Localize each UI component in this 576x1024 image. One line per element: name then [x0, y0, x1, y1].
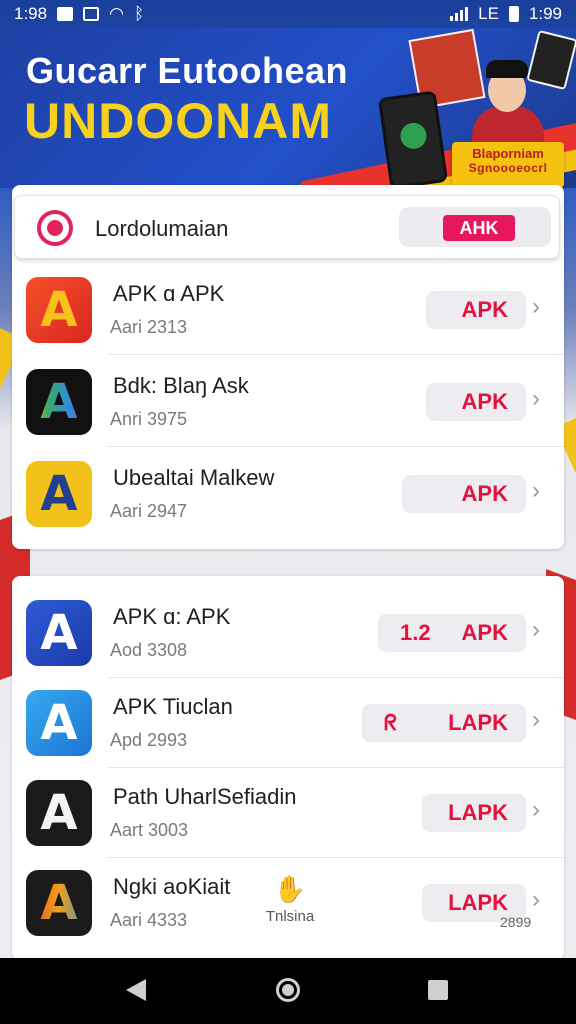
app-icon: A	[26, 690, 92, 756]
chevron-right-icon: ›	[532, 886, 540, 913]
image-icon	[57, 7, 74, 21]
app-subtitle: Aari 2313	[110, 317, 188, 337]
app-name: Bdk: Blaŋ Ask	[113, 373, 249, 398]
app-subtitle: Aart 3003	[110, 820, 189, 840]
apk-button[interactable]: ᖇ LAPK	[362, 704, 526, 742]
signal-icon	[450, 7, 469, 21]
chevron-right-icon: ›	[532, 293, 540, 320]
app-icon: A	[26, 870, 92, 936]
chevron-right-icon: ›	[532, 385, 540, 412]
apk-prefix: 1.2	[400, 620, 431, 645]
app-icon: A	[26, 369, 92, 435]
chevron-right-icon: ›	[532, 616, 540, 643]
list-item[interactable]: A Path UharlSefiadin Aart 3003 LAPK ›	[12, 766, 564, 858]
square-icon	[83, 7, 100, 21]
apk-button[interactable]: LAPK	[422, 794, 526, 832]
apk-label: APK	[461, 389, 508, 414]
app-icon: A	[26, 461, 92, 527]
banner-tag-line: Sgnoooeocrl	[468, 161, 548, 175]
search-icon: ᖇ	[384, 710, 398, 735]
app-name: Ngki aoKiait	[113, 874, 231, 899]
banner-tag: Blaporniam Sgnoooeocrl	[452, 142, 564, 188]
app-subtitle: Aari 4333	[110, 910, 188, 930]
list-item[interactable]: A APK ɑ: APK Aod 3308 1.2 APK ›	[12, 586, 564, 678]
featured-apk-button[interactable]: AHK	[399, 207, 551, 247]
featured-row[interactable]: Lordolumaian AHK	[14, 195, 560, 259]
app-subtitle: Aod 3308	[110, 640, 188, 660]
tablet-image	[526, 29, 576, 91]
list-item[interactable]: A Bdk: Blaŋ Ask Anri 3975 APK ›	[12, 355, 564, 447]
list-item[interactable]: A Ubealtai Malkew Aari 2947 APK ›	[12, 447, 564, 539]
bluetooth-icon: ᛒ	[133, 4, 145, 23]
banner-headline: UNDOONAM	[24, 93, 332, 149]
app-icon: A	[26, 277, 92, 343]
apk-label: APK	[461, 620, 508, 645]
app-subtitle: Apd 2993	[110, 730, 188, 750]
banner-title: Gucarr Eutoohean	[26, 50, 349, 91]
hand-icon: ✋	[273, 874, 307, 904]
back-icon[interactable]	[126, 979, 146, 1001]
banner-tag-line: Blaporniam	[472, 146, 544, 161]
apk-label: LAPK	[448, 890, 508, 915]
app-name: Path UharlSefiadin	[113, 784, 297, 809]
chevron-right-icon: ›	[532, 477, 540, 504]
featured-title: Lordolumaian	[95, 216, 229, 241]
app-name: Ubealtai Malkew	[113, 465, 275, 490]
app-subtitle: Anri 3975	[110, 409, 188, 429]
list-item[interactable]: A APK Tiuclan Apd 2993 ᖇ LAPK ›	[12, 676, 564, 768]
app-subtitle: Aari 2947	[110, 501, 188, 521]
status-time-left: 1:98	[14, 4, 48, 23]
apk-label: LAPK	[448, 800, 508, 825]
apk-button[interactable]: APK	[402, 475, 526, 513]
app-name: APK ɑ APK	[113, 281, 225, 306]
app-name: APK ɑ: APK	[113, 604, 231, 629]
apk-button[interactable]: 1.2 APK	[378, 614, 526, 652]
apk-label: LAPK	[448, 710, 508, 735]
chevron-right-icon: ›	[532, 706, 540, 733]
apk-label: AHK	[443, 215, 515, 241]
brand-logo-icon	[37, 210, 73, 246]
recent-apps-icon[interactable]	[428, 980, 448, 1000]
battery-icon	[508, 6, 519, 22]
home-icon[interactable]	[276, 978, 300, 1002]
status-network: LЕ	[478, 4, 499, 23]
apk-label: APK	[461, 297, 508, 322]
wifi-icon: ◠	[109, 4, 124, 23]
promo-banner[interactable]: Gucarr Eutoohean UNDOONAM Blaporniam Sgn…	[0, 28, 576, 188]
floating-shortcut[interactable]: ✋ Tnlsina	[258, 874, 322, 925]
list-item[interactable]: A APK ɑ APK Aari 2313 APK ›	[12, 263, 564, 355]
chevron-right-icon: ›	[532, 796, 540, 823]
corner-number: 2899	[500, 914, 532, 930]
apk-label: APK	[461, 481, 508, 506]
floating-label: Tnlsina	[265, 908, 315, 925]
apk-button[interactable]: APK	[426, 291, 526, 329]
app-name: APK Tiuclan	[113, 694, 233, 719]
status-bar: 1:98 ◠ ᛒ LЕ 1:99	[0, 0, 576, 28]
app-icon: A	[26, 780, 92, 846]
status-time-right: 1:99	[528, 4, 562, 23]
app-list-card: Lordolumaian AHK A APK ɑ APK Aari 2313 A…	[12, 185, 564, 549]
apk-button[interactable]: APK	[426, 383, 526, 421]
app-icon: A	[26, 600, 92, 666]
navigation-bar	[0, 958, 576, 1024]
